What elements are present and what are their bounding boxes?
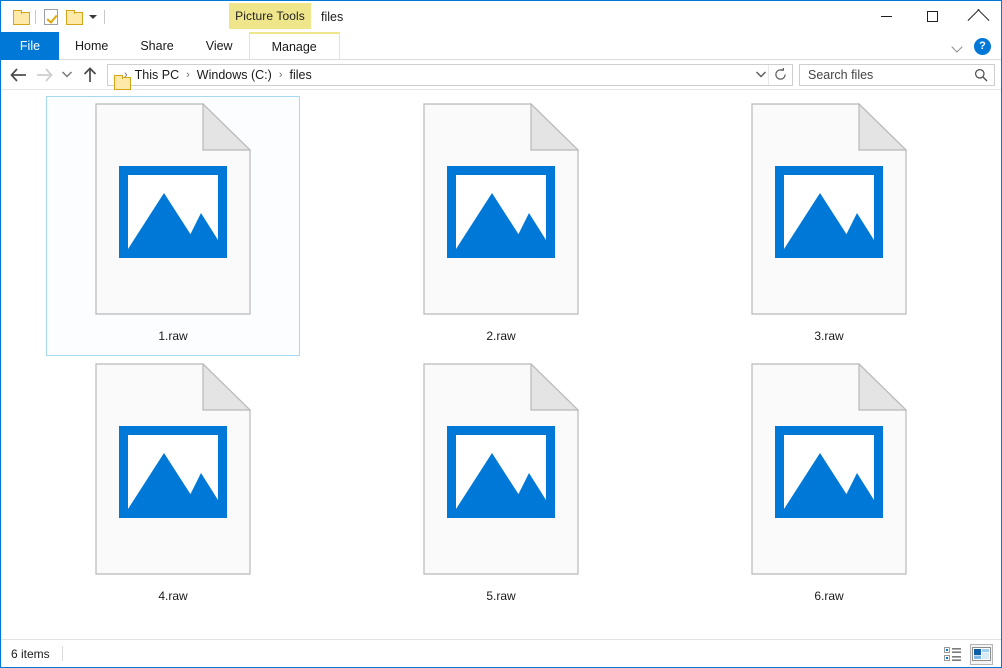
ribbon-tab-bar: File Home Share View Manage ?: [1, 32, 1001, 60]
file-item-label: 4.raw: [158, 589, 188, 603]
picture-file-icon: [95, 362, 252, 575]
tab-home[interactable]: Home: [59, 32, 124, 60]
search-icon[interactable]: [974, 68, 988, 82]
large-icons-view-button[interactable]: [970, 643, 993, 665]
file-item-label: 2.raw: [486, 329, 516, 343]
tab-file-label: File: [19, 39, 41, 53]
minimize-button[interactable]: [863, 1, 909, 32]
help-button[interactable]: ?: [974, 37, 991, 55]
maximize-button[interactable]: [909, 1, 955, 32]
tab-manage-label: Manage: [271, 40, 317, 54]
file-list-area[interactable]: 1.raw 2.raw 3.raw 4.raw 5.raw 6.raw: [1, 90, 1001, 639]
file-item-4[interactable]: 4.raw: [46, 356, 300, 616]
status-divider: [61, 646, 63, 661]
window-controls: [863, 1, 1001, 32]
picture-file-icon: [423, 102, 580, 315]
title-bar: Picture Tools files: [1, 1, 1001, 32]
qat-divider: [35, 9, 36, 24]
qat-properties-button[interactable]: [40, 6, 62, 28]
file-item-label: 3.raw: [814, 329, 844, 343]
breadcrumb[interactable]: › This PC › Windows (C:) › files: [107, 63, 793, 86]
file-item-2[interactable]: 2.raw: [374, 96, 628, 356]
close-icon: [972, 10, 985, 23]
up-arrow-icon: [83, 66, 97, 82]
close-button[interactable]: [955, 1, 1001, 32]
qat-open-button[interactable]: [62, 6, 84, 28]
folder-icon: [65, 10, 83, 25]
picture-file-icon: [751, 362, 908, 575]
forward-arrow-icon: [36, 67, 53, 82]
back-arrow-icon: [9, 67, 26, 82]
file-item-label: 1.raw: [158, 329, 188, 343]
maximize-icon: [926, 11, 938, 22]
recent-locations-button[interactable]: [57, 62, 77, 88]
details-view-icon: [943, 646, 961, 661]
contextual-tab-group-header: Picture Tools: [229, 3, 311, 29]
chevron-down-icon: [61, 71, 73, 78]
up-button[interactable]: [77, 62, 103, 88]
file-item-6[interactable]: 6.raw: [702, 356, 956, 616]
status-bar: 6 items: [1, 639, 1001, 667]
file-item-5[interactable]: 5.raw: [374, 356, 628, 616]
refresh-button[interactable]: [768, 64, 792, 85]
large-icons-view-icon: [972, 647, 991, 661]
ribbon-right-controls: ?: [953, 32, 997, 60]
tab-manage[interactable]: Manage: [248, 32, 340, 60]
breadcrumb-dropdown-button[interactable]: [754, 65, 768, 85]
qat-divider: [104, 9, 105, 24]
file-item-label: 6.raw: [814, 589, 844, 603]
chevron-down-icon: [88, 14, 97, 19]
file-grid: 1.raw 2.raw 3.raw 4.raw 5.raw 6.raw: [1, 96, 1001, 616]
tab-share-label: Share: [140, 39, 174, 53]
properties-icon: [44, 8, 58, 25]
window-title: files: [321, 1, 343, 32]
item-count-label: 6 items: [11, 646, 50, 661]
quick-access-toolbar: [1, 6, 109, 28]
qat-customize-button[interactable]: [84, 14, 100, 19]
picture-file-icon: [423, 362, 580, 575]
tab-file[interactable]: File: [1, 32, 59, 60]
picture-file-icon: [95, 102, 252, 315]
contextual-tab-group-label: Picture Tools: [235, 9, 305, 23]
back-button[interactable]: [5, 62, 31, 88]
address-bar: › This PC › Windows (C:) › files: [1, 60, 1001, 90]
picture-file-icon: [751, 102, 908, 315]
file-item-3[interactable]: 3.raw: [702, 96, 956, 356]
breadcrumb-segment-this-pc[interactable]: This PC: [133, 68, 181, 82]
chevron-down-icon: [756, 71, 766, 78]
folder-icon: [12, 10, 30, 25]
breadcrumb-separator-1[interactable]: ›: [181, 69, 195, 81]
breadcrumb-segment-files[interactable]: files: [287, 68, 313, 82]
tab-home-label: Home: [75, 39, 109, 53]
forward-button[interactable]: [31, 62, 57, 88]
qat-new-folder-button[interactable]: [9, 6, 31, 28]
file-item-1[interactable]: 1.raw: [46, 96, 300, 356]
tab-view[interactable]: View: [190, 32, 249, 60]
tab-share[interactable]: Share: [124, 32, 189, 60]
tab-view-label: View: [205, 39, 233, 53]
minimize-icon: [880, 16, 892, 17]
collapse-ribbon-button[interactable]: [953, 42, 962, 51]
view-mode-buttons: [941, 640, 993, 668]
breadcrumb-separator-2[interactable]: ›: [274, 69, 288, 81]
file-item-label: 5.raw: [486, 589, 516, 603]
search-input[interactable]: [808, 67, 974, 82]
help-icon-label: ?: [979, 40, 986, 52]
search-box[interactable]: [799, 63, 995, 86]
refresh-icon: [775, 68, 786, 80]
breadcrumb-segment-windows-c[interactable]: Windows (C:): [195, 68, 274, 82]
file-explorer-window: Picture Tools files File Home Share View…: [0, 0, 1002, 668]
details-view-button[interactable]: [941, 644, 964, 665]
window-title-text: files: [321, 9, 344, 24]
